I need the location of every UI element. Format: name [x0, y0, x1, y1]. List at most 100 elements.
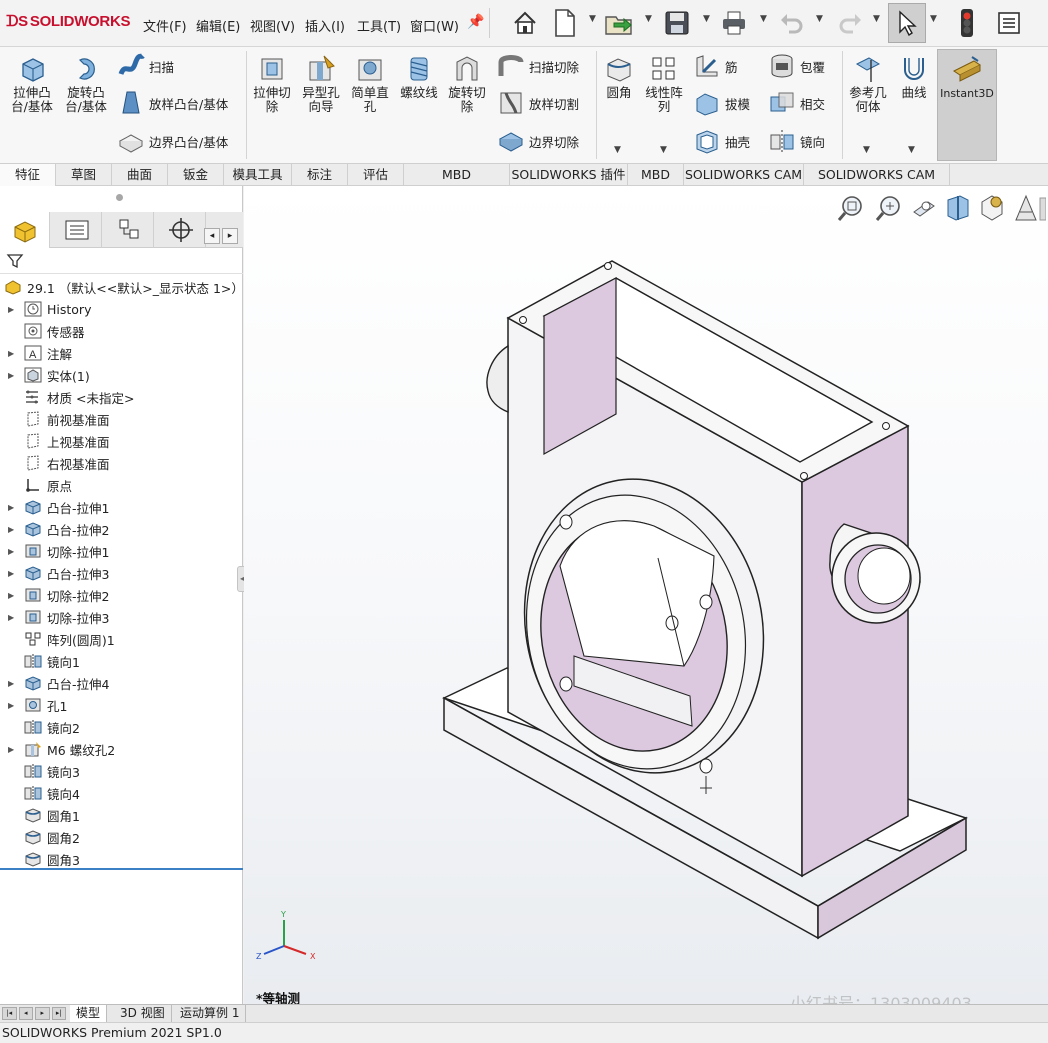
tree-item[interactable]: 镜向3: [0, 760, 243, 782]
draft-button[interactable]: 拔模: [693, 89, 750, 117]
undo-dropdown-icon[interactable]: ▼: [816, 14, 823, 24]
expand-arrow-icon[interactable]: ▶: [8, 371, 18, 380]
tab-nav-arrows[interactable]: |◂ ◂ ▸ ▸|: [2, 1007, 66, 1020]
tab-sketch[interactable]: 草图: [56, 164, 112, 186]
fillet-button[interactable]: 圆角: [600, 54, 638, 100]
tree-item[interactable]: 前视基准面: [0, 408, 243, 430]
tree-item[interactable]: ▶ 凸台-拉伸1: [0, 496, 243, 518]
expand-arrow-icon[interactable]: ▶: [8, 569, 18, 578]
shell-button[interactable]: 抽壳: [693, 127, 750, 155]
tree-item[interactable]: ▶ 切除-拉伸3: [0, 606, 243, 628]
save-dropdown-icon[interactable]: ▼: [703, 14, 710, 24]
tab-scroll-left-icon[interactable]: ◂: [204, 228, 220, 244]
filter-icon[interactable]: [6, 252, 24, 270]
linear-pattern-button[interactable]: 线性阵 列: [642, 54, 686, 114]
tab-markup[interactable]: 标注: [292, 164, 348, 186]
first-tab-icon[interactable]: |◂: [2, 1007, 17, 1020]
tab-evaluate[interactable]: 评估: [348, 164, 404, 186]
expand-arrow-icon[interactable]: ▶: [8, 701, 18, 710]
extrude-boss-button[interactable]: 拉伸凸 台/基体: [8, 54, 56, 114]
panel-grip-icon[interactable]: [116, 194, 123, 201]
tab-solidworks-addins[interactable]: SOLIDWORKS 插件: [510, 164, 628, 186]
swept-cut-button[interactable]: 扫描切除: [497, 52, 579, 80]
print-dropdown-icon[interactable]: ▼: [760, 14, 767, 24]
tree-item[interactable]: ▶ 孔1: [0, 694, 243, 716]
tree-item[interactable]: ▶ History: [0, 298, 243, 320]
tree-item[interactable]: 原点: [0, 474, 243, 496]
menu-tools[interactable]: 工具(T): [357, 16, 401, 35]
new-dropdown-icon[interactable]: ▼: [589, 14, 596, 24]
expand-arrow-icon[interactable]: ▶: [8, 591, 18, 600]
tab-3d-views[interactable]: 3D 视图: [114, 1005, 172, 1023]
menu-insert[interactable]: 插入(I): [305, 16, 345, 35]
tree-item[interactable]: 镜向4: [0, 782, 243, 804]
new-document-icon[interactable]: [548, 6, 582, 40]
open-dropdown-icon[interactable]: ▼: [645, 14, 652, 24]
configuration-manager-tab-icon[interactable]: [104, 212, 154, 248]
tab-solidworks-cam[interactable]: SOLIDWORKS CAM: [684, 164, 804, 186]
graphics-area[interactable]: Y X Z *等轴测 小红书号：1303009403: [244, 186, 1048, 1013]
tab-solidworks-cam-tbm[interactable]: SOLIDWORKS CAM TBM: [804, 164, 950, 203]
simple-hole-button[interactable]: 简单直 孔: [347, 54, 393, 114]
sweep-button[interactable]: 扫描: [117, 52, 174, 80]
save-icon[interactable]: [660, 6, 694, 40]
rib-button[interactable]: 筋: [693, 52, 738, 80]
intersect-button[interactable]: 相交: [768, 89, 825, 117]
hole-wizard-button[interactable]: 异型孔 向导: [298, 54, 344, 114]
extrude-cut-button[interactable]: 拉伸切 除: [250, 54, 294, 114]
tab-sheet-metal[interactable]: 钣金: [168, 164, 224, 186]
ref-geometry-dropdown-icon[interactable]: ▼: [863, 145, 870, 155]
curves-dropdown-icon[interactable]: ▼: [908, 145, 915, 155]
reference-geometry-button[interactable]: 参考几 何体: [846, 54, 890, 114]
tree-item[interactable]: ▶ A 注解: [0, 342, 243, 364]
tree-root-item[interactable]: 29.1 （默认<<默认>_显示状态 1>）: [0, 276, 244, 298]
tree-item[interactable]: ▶ 切除-拉伸1: [0, 540, 243, 562]
undo-icon[interactable]: [775, 6, 809, 40]
expand-arrow-icon[interactable]: ▶: [8, 503, 18, 512]
next-tab-icon[interactable]: ▸: [35, 1007, 50, 1020]
tree-filter-bar[interactable]: [0, 248, 243, 274]
traffic-light-icon[interactable]: [950, 6, 984, 40]
tree-item[interactable]: 右视基准面: [0, 452, 243, 474]
solidworks-logo[interactable]: ᗪS SOLIDWORKS: [6, 13, 131, 30]
home-icon[interactable]: [508, 6, 542, 40]
expand-arrow-icon[interactable]: ▶: [8, 547, 18, 556]
expand-arrow-icon[interactable]: ▶: [8, 679, 18, 688]
prev-tab-icon[interactable]: ◂: [18, 1007, 33, 1020]
expand-arrow-icon[interactable]: ▶: [8, 745, 18, 754]
print-icon[interactable]: [717, 6, 751, 40]
tree-item[interactable]: ▶ 凸台-拉伸4: [0, 672, 243, 694]
mirror-button[interactable]: 镜向: [768, 127, 825, 155]
menu-window[interactable]: 窗口(W): [410, 16, 459, 35]
fillet-dropdown-icon[interactable]: ▼: [614, 145, 621, 155]
tree-item[interactable]: ▶ 凸台-拉伸2: [0, 518, 243, 540]
expand-arrow-icon[interactable]: ▶: [8, 613, 18, 622]
feature-tree-tab-icon[interactable]: [0, 212, 50, 248]
dimxpert-tab-icon[interactable]: [156, 212, 206, 248]
pattern-dropdown-icon[interactable]: ▼: [660, 145, 667, 155]
tree-item[interactable]: 圆角3: [0, 848, 243, 870]
last-tab-icon[interactable]: ▸|: [51, 1007, 66, 1020]
expand-arrow-icon[interactable]: ▶: [8, 305, 18, 314]
boundary-boss-button[interactable]: 边界凸台/基体: [117, 127, 228, 155]
tree-item[interactable]: 阵列(圆周)1: [0, 628, 243, 650]
select-cursor-icon[interactable]: [888, 3, 926, 43]
tree-item[interactable]: ▶ 切除-拉伸2: [0, 584, 243, 606]
part-model-isometric-view[interactable]: [244, 186, 1048, 1004]
options-icon[interactable]: [992, 6, 1026, 40]
tree-item[interactable]: ▶ 凸台-拉伸3: [0, 562, 243, 584]
lofted-cut-button[interactable]: 放样切割: [497, 89, 579, 117]
tab-surfaces[interactable]: 曲面: [112, 164, 168, 186]
helix-button[interactable]: 螺纹线: [396, 54, 442, 100]
tab-motion-study[interactable]: 运动算例 1: [174, 1005, 247, 1023]
revolve-boss-button[interactable]: 旋转凸 台/基体: [62, 54, 110, 114]
tab-features[interactable]: 特征: [0, 164, 56, 186]
tab-mold-tools[interactable]: 模具工具: [224, 164, 292, 186]
pin-icon[interactable]: 📌: [467, 14, 484, 30]
tab-scroll-right-icon[interactable]: ▸: [222, 228, 238, 244]
wrap-button[interactable]: 包覆: [768, 52, 825, 80]
tree-item[interactable]: 圆角1: [0, 804, 243, 826]
expand-arrow-icon[interactable]: ▶: [8, 525, 18, 534]
tree-item[interactable]: 上视基准面: [0, 430, 243, 452]
tree-item[interactable]: 材质 <未指定>: [0, 386, 243, 408]
